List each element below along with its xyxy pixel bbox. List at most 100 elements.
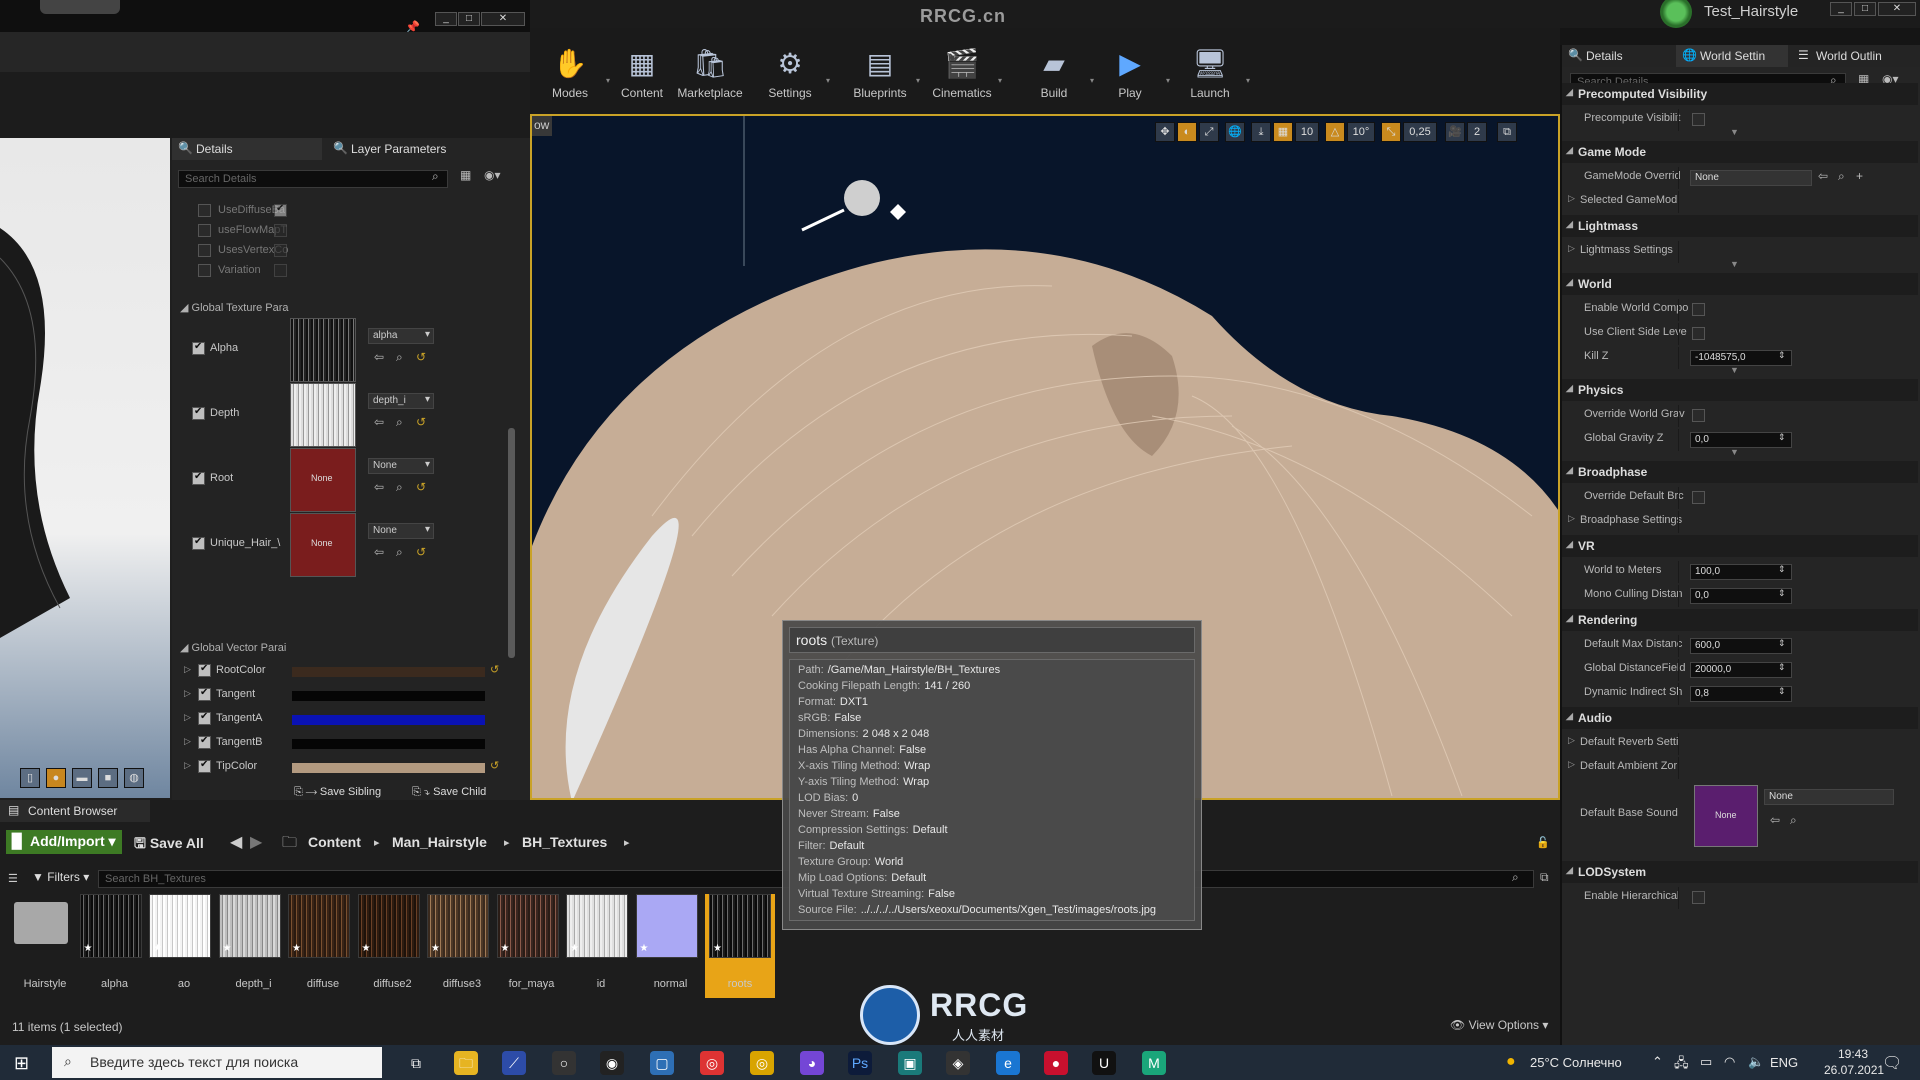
advanced-expand-icon[interactable]: ▼: [1730, 447, 1739, 457]
property-checkbox[interactable]: [1692, 303, 1705, 316]
texture-asset-dropdown[interactable]: None: [368, 458, 434, 474]
app-icon-teal[interactable]: ▣: [898, 1051, 922, 1075]
sound-asset-dropdown[interactable]: None: [1764, 789, 1894, 805]
build-button[interactable]: ▰ Build ▾: [1014, 46, 1094, 110]
property-checkbox[interactable]: [1692, 409, 1705, 422]
spin-arrows-icon[interactable]: ⇕: [1778, 662, 1786, 673]
edge-icon[interactable]: e: [996, 1051, 1020, 1075]
tab-world-outliner[interactable]: ☰ World Outlin: [1792, 45, 1920, 67]
close-button[interactable]: ✕: [481, 12, 525, 26]
property-number-field[interactable]: 0,8: [1690, 686, 1792, 702]
search-options-icon[interactable]: ⧉: [1540, 870, 1549, 885]
asset-tile[interactable]: ★ depth_i: [218, 894, 289, 998]
reset-to-default-icon[interactable]: ↺: [416, 415, 426, 429]
weather-text[interactable]: 25°C Солнечно: [1530, 1055, 1622, 1070]
rotation-snap-icon[interactable]: △: [1325, 122, 1345, 142]
asset-tile[interactable]: ★ diffuse: [288, 894, 358, 998]
notifications-icon[interactable]: 🗨: [1882, 1053, 1902, 1073]
tray-network-icon[interactable]: 🖧: [1674, 1054, 1689, 1076]
clock-time[interactable]: 19:43: [1838, 1047, 1868, 1061]
switch-value-checkbox[interactable]: [274, 203, 287, 217]
section-broadphase[interactable]: ◢ Broadphase: [1562, 461, 1918, 483]
property-checkbox[interactable]: [1692, 327, 1705, 340]
maximize-viewport-icon[interactable]: ⧉: [1497, 122, 1517, 142]
grid-snap-value[interactable]: 10: [1295, 122, 1319, 142]
spin-arrows-icon[interactable]: ⇕: [1778, 588, 1786, 599]
texture-thumbnail[interactable]: [290, 318, 356, 382]
expand-arrow-icon[interactable]: ▷: [1568, 243, 1575, 254]
param-enabled-checkbox[interactable]: [192, 406, 205, 420]
reset-to-default-icon[interactable]: ↺: [416, 545, 426, 559]
param-enabled-checkbox[interactable]: [198, 711, 211, 725]
switch-value-checkbox[interactable]: [274, 224, 287, 237]
back-arrow-icon[interactable]: ◀: [230, 832, 242, 852]
task-view-icon[interactable]: ⧉: [404, 1051, 428, 1075]
expand-arrow-icon[interactable]: ▷: [1568, 759, 1575, 770]
app-icon-blue[interactable]: ⟋: [502, 1051, 526, 1075]
asset-tile[interactable]: ★ alpha: [79, 894, 150, 998]
section-world[interactable]: ◢ World: [1562, 273, 1918, 295]
add-icon[interactable]: +: [1856, 169, 1863, 183]
tab-content-browser[interactable]: ▤ Content Browser: [0, 800, 150, 822]
spin-arrows-icon[interactable]: ⇕: [1778, 350, 1786, 361]
world-space-icon[interactable]: 🌐: [1225, 122, 1245, 142]
photoshop-icon[interactable]: Ps: [848, 1051, 872, 1075]
section-lodsystem[interactable]: ◢ LODSystem: [1562, 861, 1918, 883]
property-number-field[interactable]: 100,0: [1690, 564, 1792, 580]
spin-arrows-icon[interactable]: ⇕: [1778, 564, 1786, 575]
asset-tile[interactable]: ★ roots: [705, 894, 775, 998]
browse-asset-icon[interactable]: ⌕: [396, 350, 403, 365]
expand-arrow-icon[interactable]: ▷: [184, 712, 191, 723]
advanced-expand-icon[interactable]: ▼: [1730, 365, 1739, 375]
expand-arrow-icon[interactable]: ▷: [1568, 193, 1575, 204]
scale-snap-value[interactable]: 0,25: [1403, 122, 1437, 142]
forward-arrow-icon[interactable]: ▶: [250, 832, 262, 852]
scale-tool-icon[interactable]: ⤢: [1199, 122, 1219, 142]
override-checkbox[interactable]: [198, 224, 211, 237]
texture-thumbnail[interactable]: None: [290, 513, 356, 577]
preview-plane-icon[interactable]: ▬: [72, 768, 92, 788]
preview-teapot-icon[interactable]: ◍: [124, 768, 144, 788]
advanced-expand-icon[interactable]: ▼: [1730, 259, 1739, 269]
preview-sphere-icon[interactable]: ●: [46, 768, 66, 788]
launch-button[interactable]: 🖥 Launch ▾: [1170, 46, 1250, 110]
property-number-field[interactable]: 0,0: [1690, 432, 1792, 448]
settings-button[interactable]: ⚙ Settings ▾: [750, 46, 830, 110]
color-swatch[interactable]: [292, 691, 485, 701]
override-checkbox[interactable]: [198, 264, 211, 277]
property-number-field[interactable]: 20000,0: [1690, 662, 1792, 678]
use-selected-arrow-icon[interactable]: ⇦: [374, 480, 384, 494]
asset-tile[interactable]: ★ for_maya: [496, 894, 567, 998]
section-game-mode[interactable]: ◢ Game Mode: [1562, 141, 1918, 163]
param-enabled-checkbox[interactable]: [192, 341, 205, 355]
camera-speed-icon[interactable]: 🎥: [1445, 122, 1465, 142]
property-number-field[interactable]: 0,0: [1690, 588, 1792, 604]
param-enabled-checkbox[interactable]: [198, 687, 211, 701]
asset-tile[interactable]: ★ normal: [635, 894, 706, 998]
eye-icon[interactable]: ◉▾: [484, 168, 501, 182]
rotation-snap-value[interactable]: 10°: [1347, 122, 1375, 142]
spin-arrows-icon[interactable]: ⇕: [1778, 432, 1786, 443]
windows-start-icon[interactable]: ⊞: [14, 1053, 29, 1074]
cinematics-button[interactable]: 🎬 Cinematics ▾: [922, 46, 1002, 110]
section-rendering[interactable]: ◢ Rendering: [1562, 609, 1918, 631]
section-audio[interactable]: ◢ Audio: [1562, 707, 1918, 729]
param-enabled-checkbox[interactable]: [198, 663, 211, 677]
expand-arrow-icon[interactable]: ▷: [1568, 513, 1575, 524]
texture-thumbnail[interactable]: [290, 383, 356, 447]
texture-asset-dropdown[interactable]: None: [368, 523, 434, 539]
discord-icon[interactable]: ◕: [800, 1051, 824, 1075]
use-selected-arrow-icon[interactable]: ⇦: [374, 350, 384, 364]
rotate-tool-icon[interactable]: ◐: [1177, 122, 1197, 142]
browse-asset-icon[interactable]: ⌕: [396, 545, 403, 560]
use-selected-arrow-icon[interactable]: ⇦: [374, 415, 384, 429]
asset-tile[interactable]: ★ diffuse3: [427, 894, 497, 998]
modes-button[interactable]: ✋ Modes ▾: [530, 46, 610, 110]
maximize-button[interactable]: □: [458, 12, 480, 26]
property-dropdown[interactable]: None: [1690, 170, 1812, 186]
reset-to-default-icon[interactable]: ↺: [490, 759, 499, 772]
app-icon-store[interactable]: ▢: [650, 1051, 674, 1075]
filters-button[interactable]: ▼ Filters ▾: [32, 870, 89, 884]
app-icon-search[interactable]: ○: [552, 1051, 576, 1075]
reset-to-default-icon[interactable]: ↺: [416, 350, 426, 364]
